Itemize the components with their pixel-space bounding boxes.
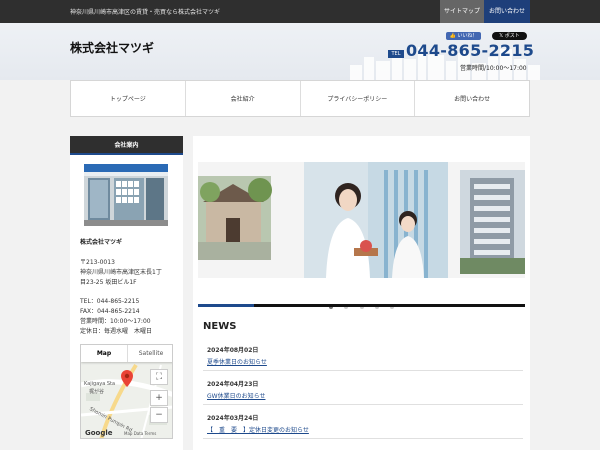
business-hours: 営業時間/10:00～17:00 (460, 65, 527, 72)
main-content: NEWS 2024年08月02日 夏季休業日のお知らせ 2024年04月23日 … (193, 136, 530, 450)
news-divider (203, 404, 523, 405)
post-label: ポスト (504, 33, 520, 39)
site-title[interactable]: 株式会社マツギ (70, 39, 154, 56)
news-link[interactable]: 夏季休業日のお知らせ (207, 357, 507, 366)
nav-item-top[interactable]: トップページ (71, 81, 186, 116)
news-heading: NEWS (203, 321, 237, 332)
news-link[interactable]: GW休業日のお知らせ (207, 391, 507, 400)
phone-number[interactable]: 044-865-2215 (406, 41, 534, 60)
zoom-in-button[interactable]: + (150, 390, 168, 406)
news-date: 2024年08月02日 (207, 347, 259, 354)
news-link[interactable]: 【 重 要 】定休日変更のお知らせ (207, 425, 507, 434)
zoom-out-button[interactable]: − (150, 407, 168, 423)
facebook-like-button[interactable]: 👍 いいね！ (446, 32, 481, 40)
contact-link-top[interactable]: お問い合わせ (484, 0, 530, 23)
news-date: 2024年04月23日 (207, 381, 259, 388)
tel-badge: TEL (388, 50, 404, 58)
like-label: いいね！ (457, 33, 478, 39)
news-divider (203, 370, 523, 371)
sidebar-tel: TEL：044-865-2215 (80, 298, 140, 305)
news-item: 2024年03月24日 【 重 要 】定休日変更のお知らせ (207, 413, 507, 434)
thumbs-up-icon: 👍 (449, 33, 456, 39)
station-label: Kajigaya Sta (84, 381, 116, 387)
google-map[interactable]: Map Satellite Kajigaya Sta 梶が谷 Shomin Pu… (80, 344, 173, 439)
news-item: 2024年08月02日 夏季休業日のお知らせ (207, 345, 507, 366)
map-tab-satellite[interactable]: Satellite (127, 345, 172, 362)
x-logo-icon: 𝕏 (499, 33, 504, 39)
fullscreen-icon[interactable]: ⛶ (150, 369, 168, 385)
top-bar: 神奈川県川崎市高津区の賃貸・売買なら株式会社マツギ サイトマップ お問い合わせ (0, 0, 600, 23)
postal-code: 〒213-0013 (80, 259, 115, 266)
sidebar: 会社案内 株式会社マツギ 〒213-0013 神奈川県川崎市高津区末長1丁 目2… (70, 136, 183, 450)
sidebar-heading: 会社案内 (70, 136, 183, 155)
sidebar-fax: FAX：044-865-2214 (80, 308, 140, 315)
address-line-1: 神奈川県川崎市高津区末長1丁 (80, 269, 162, 276)
map-tab-map[interactable]: Map (81, 345, 127, 362)
map-marker-icon[interactable] (121, 370, 133, 387)
x-post-button[interactable]: 𝕏 ポスト (492, 32, 527, 40)
nav-item-contact[interactable]: お問い合わせ (415, 81, 529, 116)
news-item: 2024年04月23日 GW休業日のお知らせ (207, 379, 507, 400)
site-tagline: 神奈川県川崎市高津区の賃貸・売買なら株式会社マツギ (70, 9, 221, 16)
news-divider (203, 438, 523, 439)
map-type-toggle: Map Satellite (81, 345, 172, 362)
nav-item-privacy[interactable]: プライバシーポリシー (301, 81, 416, 116)
google-logo: Google (85, 429, 113, 437)
sitemap-link[interactable]: サイトマップ (440, 0, 484, 23)
sidebar-holiday: 定休日：毎週水曜 木曜日 (80, 328, 153, 335)
slider-progress-fill (198, 304, 254, 307)
sidebar-company-name: 株式会社マツギ (80, 239, 123, 246)
main-nav: トップページ 会社紹介 プライバシーポリシー お問い合わせ (70, 80, 530, 117)
nav-item-company[interactable]: 会社紹介 (186, 81, 301, 116)
sidebar-hours: 営業時間：10:00～17:00 (80, 318, 151, 325)
map-footer[interactable]: Map Data Terms (124, 431, 156, 436)
station-sublabel: 梶が谷 (89, 389, 105, 395)
news-date: 2024年03月24日 (207, 415, 259, 422)
shop-photo (84, 164, 168, 226)
address-line-2: 目23-25 坂田ビル1F (80, 279, 137, 286)
slider-progress-bar (198, 304, 525, 307)
hero-slider[interactable] (198, 162, 525, 278)
site-header: 株式会社マツギ 👍 いいね！ 𝕏 ポスト TEL 044-865-2215 営業… (0, 23, 600, 80)
